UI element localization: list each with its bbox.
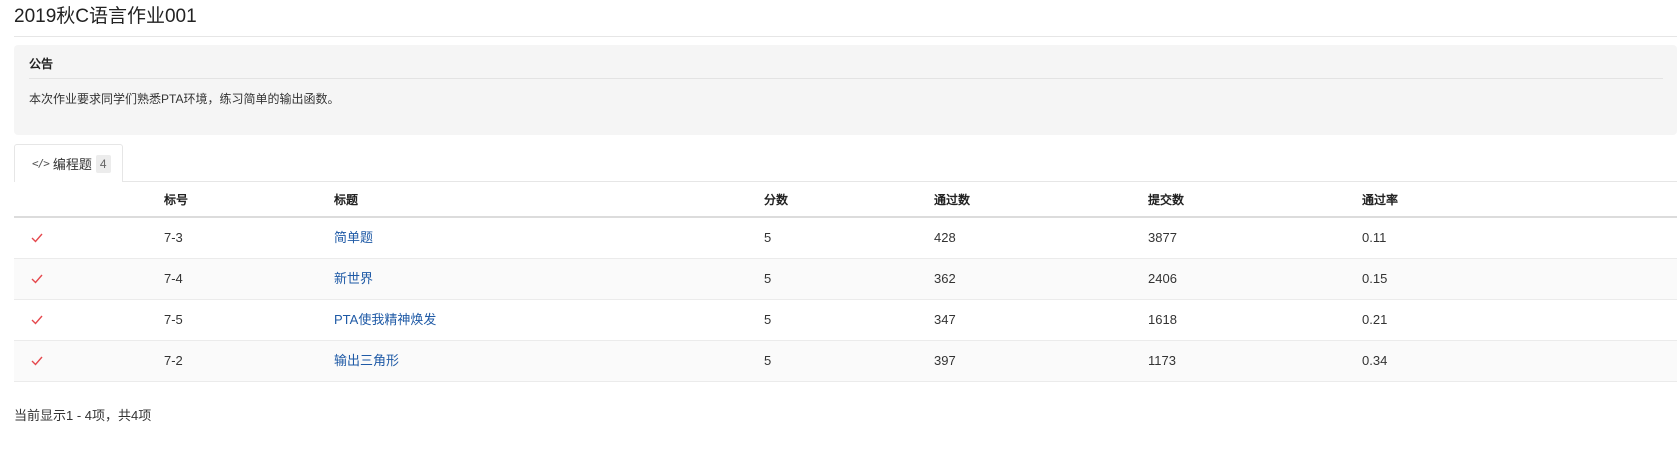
problem-submitted: 1618: [1148, 312, 1177, 327]
problem-title-link[interactable]: PTA使我精神焕发: [334, 312, 436, 328]
notice-title: 公告: [29, 57, 54, 71]
problem-submitted: 1173: [1148, 353, 1176, 368]
title-divider: [14, 36, 1677, 37]
code-icon: </>: [32, 157, 50, 170]
table-row: 7-3 简单题 5 428 3877 0.11: [14, 218, 1677, 259]
problem-title-link[interactable]: 简单题: [334, 230, 373, 246]
checkmark-icon: [31, 356, 43, 366]
checkmark-icon: [31, 315, 43, 325]
pagination-summary: 当前显示1 - 4项，共4项: [14, 408, 152, 423]
problem-score: 5: [764, 230, 772, 245]
problem-table: 标号 标题 分数 通过数 提交数 通过率 7-3 简单题 5 428 3877 …: [14, 182, 1677, 382]
problem-number: 7-2: [164, 353, 183, 368]
problem-submitted: 3877: [1148, 230, 1177, 245]
problem-rate: 0.11: [1362, 230, 1387, 245]
tab-label: 编程题: [52, 157, 92, 172]
page-title: 2019秋C语言作业001: [14, 6, 197, 27]
problem-rate: 0.34: [1362, 353, 1388, 368]
checkmark-icon: [31, 274, 43, 284]
header-number[interactable]: 标号: [164, 192, 188, 208]
problem-score: 5: [764, 271, 772, 286]
problem-score: 5: [764, 312, 772, 327]
header-submitted[interactable]: 提交数: [1148, 192, 1184, 208]
notice-panel: 公告 本次作业要求同学们熟悉PTA环境，练习简单的输出函数。: [14, 45, 1677, 135]
problem-passed: 428: [934, 230, 956, 245]
table-row: 7-4 新世界 5 362 2406 0.15: [14, 259, 1677, 300]
header-score[interactable]: 分数: [764, 192, 788, 208]
problem-number: 7-5: [164, 312, 183, 327]
problem-rate: 0.21: [1362, 312, 1388, 327]
problem-number: 7-4: [164, 271, 183, 286]
tab-bar: </> 编程题 4: [14, 144, 1677, 183]
checkmark-icon: [31, 233, 43, 243]
problem-title-link[interactable]: 新世界: [334, 271, 373, 287]
table-header: 标号 标题 分数 通过数 提交数 通过率: [14, 182, 1677, 218]
notice-divider: [29, 78, 1663, 79]
notice-body: 本次作业要求同学们熟悉PTA环境，练习简单的输出函数。: [29, 92, 340, 106]
problem-passed: 347: [934, 312, 956, 327]
table-row: 7-2 输出三角形 5 397 1173 0.34: [14, 341, 1677, 382]
table-row: 7-5 PTA使我精神焕发 5 347 1618 0.21: [14, 300, 1677, 341]
problem-passed: 362: [934, 271, 956, 286]
header-title[interactable]: 标题: [334, 192, 358, 208]
tab-count-badge: 4: [95, 154, 111, 173]
header-rate[interactable]: 通过率: [1362, 192, 1398, 208]
problem-passed: 397: [934, 353, 956, 368]
header-passed[interactable]: 通过数: [934, 192, 970, 208]
problem-title-link[interactable]: 输出三角形: [334, 353, 399, 369]
problem-number: 7-3: [164, 230, 183, 245]
problem-submitted: 2406: [1148, 271, 1177, 286]
tab-programming[interactable]: </> 编程题 4: [14, 144, 123, 183]
problem-rate: 0.15: [1362, 271, 1388, 286]
problem-score: 5: [764, 353, 772, 368]
